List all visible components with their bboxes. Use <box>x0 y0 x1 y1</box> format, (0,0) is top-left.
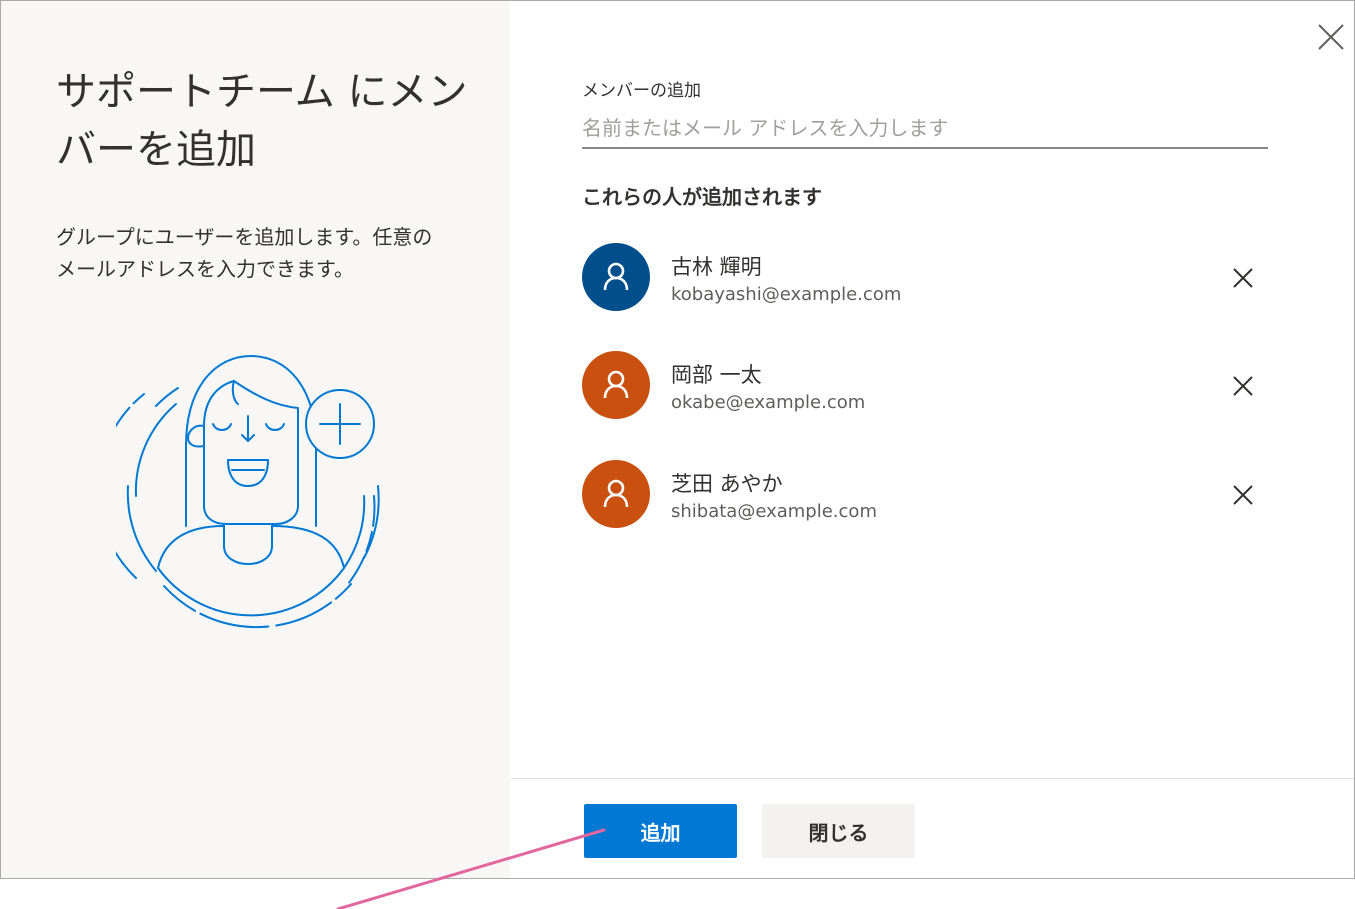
member-email: kobayashi@example.com <box>671 284 902 305</box>
person-icon <box>603 262 629 291</box>
member-email: shibata@example.com <box>671 501 877 522</box>
close-button[interactable]: 閉じる <box>762 804 915 858</box>
add-member-illustration <box>116 355 380 629</box>
member-email: okabe@example.com <box>671 392 866 413</box>
member-item: 芝田 あやか shibata@example.com <box>582 460 1272 530</box>
members-heading: これらの人が追加されます <box>582 185 822 209</box>
remove-icon[interactable] <box>1228 480 1258 510</box>
remove-icon[interactable] <box>1228 371 1258 401</box>
member-name: 岡部 一太 <box>671 363 762 387</box>
add-button[interactable]: 追加 <box>584 804 737 858</box>
person-icon <box>603 370 629 399</box>
dialog-title: サポートチーム にメンバーを追加 <box>56 69 468 173</box>
footer-divider <box>511 778 1354 779</box>
avatar <box>582 243 650 311</box>
member-item: 岡部 一太 okabe@example.com <box>582 351 1272 421</box>
info-panel: サポートチーム にメンバーを追加 グループにユーザーを追加します。任意のメールア… <box>1 1 510 878</box>
member-name: 芝田 あやか <box>671 472 783 496</box>
avatar <box>582 460 650 528</box>
member-search-input[interactable] <box>582 109 1268 149</box>
member-item: 古林 輝明 kobayashi@example.com <box>582 243 1272 313</box>
member-name: 古林 輝明 <box>671 255 762 279</box>
close-icon[interactable] <box>1313 19 1349 55</box>
remove-icon[interactable] <box>1228 263 1258 293</box>
add-member-label: メンバーの追加 <box>582 81 701 101</box>
avatar <box>582 351 650 419</box>
add-members-dialog: サポートチーム にメンバーを追加 グループにユーザーを追加します。任意のメールア… <box>0 0 1355 879</box>
person-icon <box>603 479 629 508</box>
dialog-description: グループにユーザーを追加します。任意のメールアドレスを入力できます。 <box>56 225 433 281</box>
